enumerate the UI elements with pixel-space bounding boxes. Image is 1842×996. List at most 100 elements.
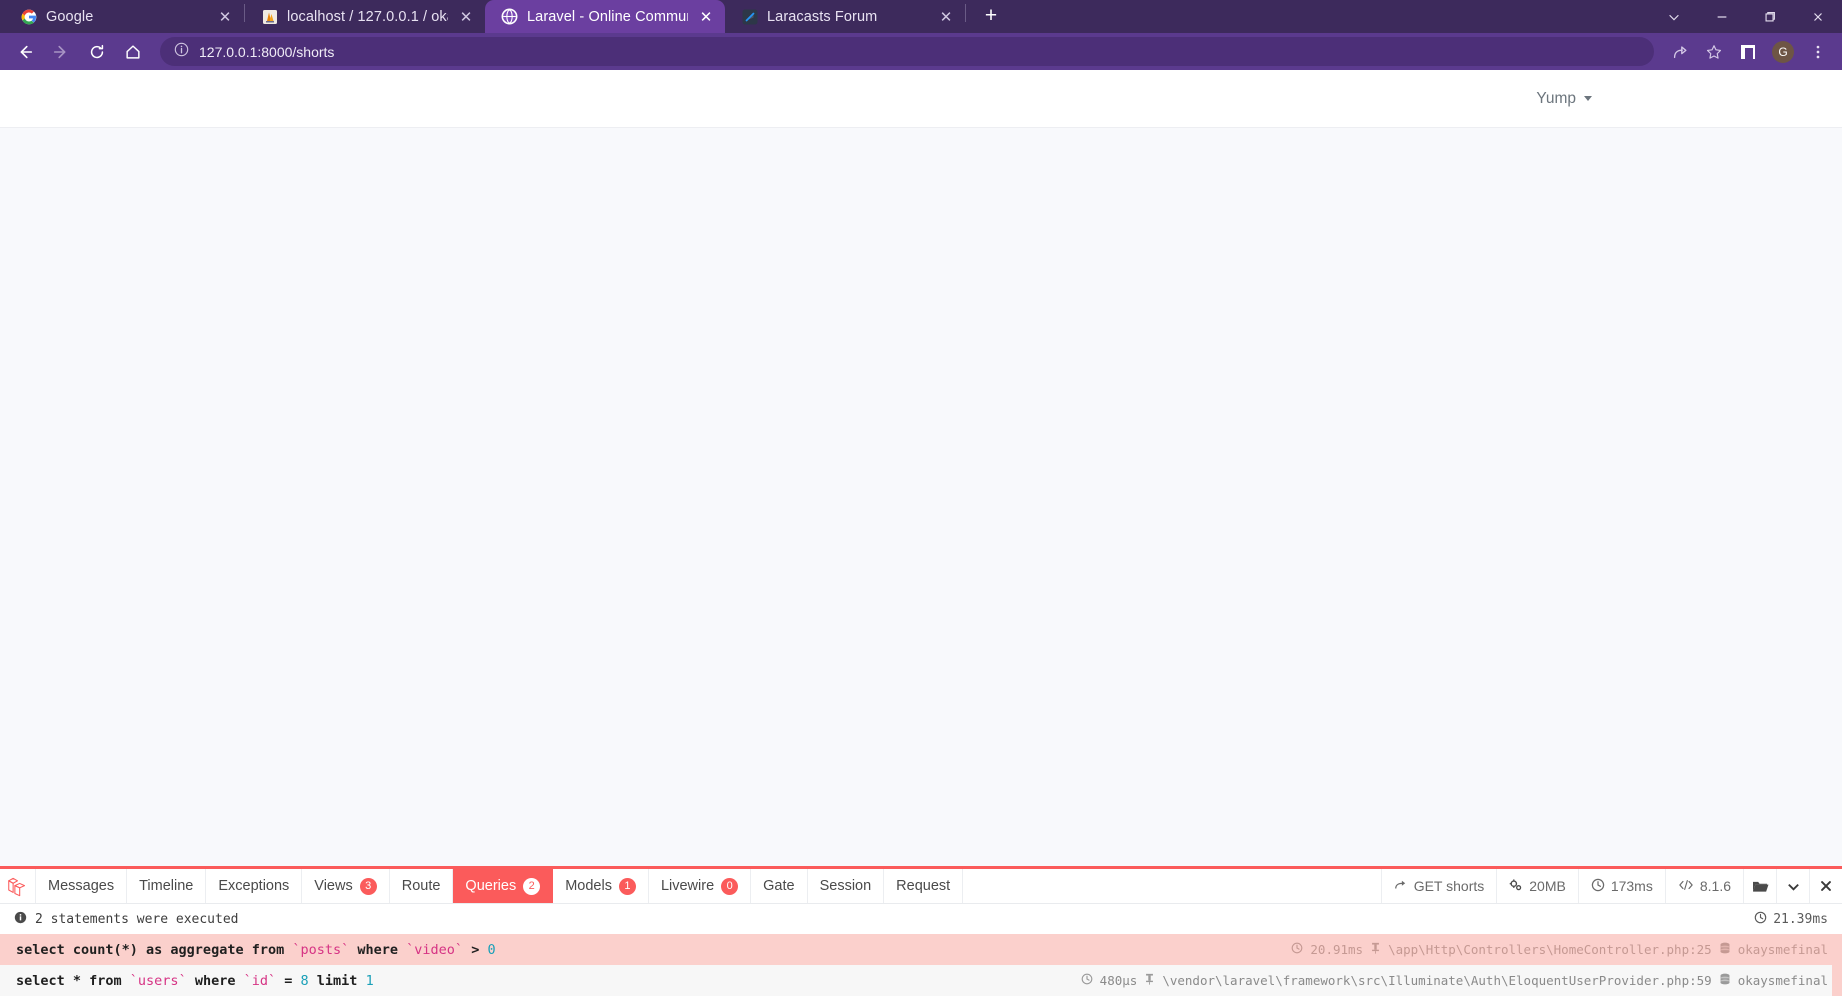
debugbar-tab-timeline[interactable]: Timeline	[127, 869, 207, 903]
user-dropdown[interactable]: Yump	[1536, 90, 1592, 108]
laracasts-icon	[741, 8, 758, 25]
browser-tab-laravel[interactable]: Laravel - Online Communities ✕	[485, 0, 725, 33]
close-icon[interactable]	[1809, 869, 1842, 903]
debugbar-time-info[interactable]: 173ms	[1577, 869, 1665, 903]
tab-label: Livewire	[660, 878, 715, 894]
query-row[interactable]: select * from `users` where `id` = 8 lim…	[0, 965, 1842, 996]
profile-avatar[interactable]: G	[1772, 40, 1794, 63]
tab-label: Route	[401, 878, 441, 894]
back-arrow-icon[interactable]	[8, 37, 42, 67]
site-navbar: Yump	[0, 70, 1842, 128]
tab-badge: 1	[618, 877, 636, 895]
code-icon	[1678, 878, 1694, 895]
browser-tab-google[interactable]: Google ✕	[4, 0, 244, 33]
browser-window: Google ✕ localhost / 127.0.0.1 / okaysme…	[0, 0, 1842, 996]
minimize-icon[interactable]	[1698, 0, 1746, 33]
user-dropdown-label: Yump	[1536, 89, 1576, 107]
tab-close-icon[interactable]: ✕	[697, 8, 715, 26]
debugbar-tab-queries[interactable]: Queries 2	[453, 869, 554, 903]
browser-tab-laracasts[interactable]: Laracasts Forum ✕	[725, 0, 965, 33]
bookmark-star-icon[interactable]	[1698, 37, 1730, 67]
clock-icon	[1591, 878, 1605, 895]
tab-title: Laravel - Online Communities	[527, 8, 688, 25]
memory-label: 20MB	[1529, 878, 1566, 894]
clock-icon	[1754, 911, 1767, 928]
phpmyadmin-icon	[261, 8, 278, 25]
window-controls	[1650, 0, 1842, 33]
tab-divider	[965, 4, 966, 22]
kebab-menu-icon[interactable]	[1802, 37, 1834, 67]
toolbar-right-actions: G	[1664, 37, 1834, 67]
tab-label: Gate	[763, 878, 795, 894]
memory-icon	[1509, 878, 1523, 895]
laravel-debugbar: Messages Timeline Exceptions Views 3 Rou…	[0, 866, 1842, 996]
debugbar-tab-messages[interactable]: Messages	[36, 869, 128, 903]
laravel-globe-icon	[501, 8, 518, 25]
tab-label: Views	[314, 878, 353, 894]
home-icon[interactable]	[116, 37, 150, 67]
tab-label: Messages	[48, 878, 115, 894]
laravel-logo-icon[interactable]	[0, 869, 36, 903]
tab-label: Session	[819, 878, 872, 894]
site-info-icon[interactable]	[174, 42, 189, 62]
chevron-down-icon	[1584, 96, 1592, 101]
php-version-label: 8.1.6	[1699, 878, 1731, 894]
tab-label: Queries	[465, 878, 517, 894]
clock-icon	[1081, 973, 1093, 988]
maximize-icon[interactable]	[1746, 0, 1794, 33]
google-icon	[20, 8, 37, 25]
tab-label: Request	[896, 878, 951, 894]
chevron-down-icon[interactable]	[1650, 0, 1698, 33]
tab-close-icon[interactable]: ✕	[457, 8, 475, 26]
browser-tabstrip: Google ✕ localhost / 127.0.0.1 / okaysme…	[0, 0, 1842, 33]
reload-icon[interactable]	[80, 37, 114, 67]
debugbar-tab-exceptions[interactable]: Exceptions	[206, 869, 303, 903]
query-connection: okaysmefinal	[1737, 973, 1828, 988]
share-icon[interactable]	[1664, 37, 1696, 67]
queries-status-text: 2 statements were executed	[35, 911, 239, 927]
queries-total-time: 21.39ms	[1773, 911, 1828, 927]
forward-arrow-icon[interactable]	[44, 37, 78, 67]
debugbar-tab-route[interactable]: Route	[390, 869, 454, 903]
debugbar-tab-livewire[interactable]: Livewire 0	[649, 869, 752, 903]
database-icon	[1719, 942, 1731, 957]
extension-icon[interactable]	[1732, 37, 1764, 67]
folder-icon[interactable]	[1743, 869, 1776, 903]
tab-label: Models	[565, 878, 612, 894]
browser-tab-phpmyadmin[interactable]: localhost / 127.0.0.1 / okaysmefin ✕	[245, 0, 485, 33]
query-file: \vendor\laravel\framework\src\Illuminate…	[1162, 973, 1712, 988]
request-info-label: GET shorts	[1413, 878, 1485, 894]
database-icon	[1719, 973, 1731, 988]
pin-icon	[1144, 973, 1155, 988]
debugbar-php-version-info[interactable]: 8.1.6	[1664, 869, 1743, 903]
tab-close-icon[interactable]: ✕	[216, 8, 234, 26]
tab-title: Laracasts Forum	[767, 8, 878, 25]
info-circle-icon	[14, 911, 27, 928]
debugbar-tab-views[interactable]: Views 3	[302, 869, 390, 903]
tab-badge: 3	[359, 877, 377, 895]
query-file: \app\Http\Controllers\HomeController.php…	[1388, 942, 1712, 957]
tab-badge: 0	[721, 877, 739, 895]
close-icon[interactable]	[1794, 0, 1842, 33]
debugbar-request-info[interactable]: GET shorts	[1380, 869, 1497, 903]
clock-icon	[1291, 942, 1303, 957]
tab-close-icon[interactable]: ✕	[937, 8, 955, 26]
tab-title: localhost / 127.0.0.1 / okaysmefin	[287, 8, 448, 25]
chevron-down-icon[interactable]	[1776, 869, 1809, 903]
tab-badge: 2	[523, 877, 541, 895]
request-arrow-icon	[1394, 878, 1408, 895]
debugbar-tabs: Messages Timeline Exceptions Views 3 Rou…	[0, 869, 1842, 903]
new-tab-button[interactable]: +	[976, 1, 1006, 31]
tab-title: Google	[46, 8, 94, 25]
time-label: 173ms	[1610, 878, 1653, 894]
debugbar-tab-gate[interactable]: Gate	[751, 869, 808, 903]
debugbar-tab-session[interactable]: Session	[808, 869, 885, 903]
tab-label: Timeline	[139, 878, 194, 894]
address-bar[interactable]: 127.0.0.1:8000/shorts	[160, 37, 1654, 66]
debugbar-tab-models[interactable]: Models 1	[553, 869, 649, 903]
query-meta: 480µs \vendor\laravel\framework\src\Illu…	[1081, 973, 1828, 988]
query-connection: okaysmefinal	[1737, 942, 1828, 957]
query-row[interactable]: select count(*) as aggregate from `posts…	[0, 934, 1842, 965]
debugbar-tab-request[interactable]: Request	[884, 869, 964, 903]
debugbar-memory-info[interactable]: 20MB	[1496, 869, 1578, 903]
